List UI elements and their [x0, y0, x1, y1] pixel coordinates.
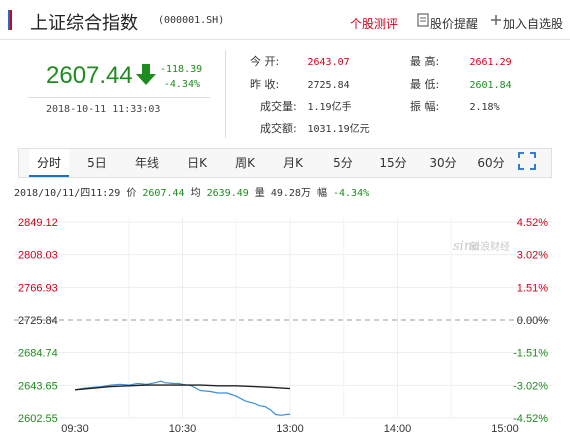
svg-text:sina: sina	[453, 239, 480, 254]
y-tick-label-right: 0.00%	[517, 315, 548, 327]
quote-datetime: 2018-10-11 11:33:03	[46, 104, 161, 115]
info-vol-label: 量	[254, 188, 265, 199]
stat-label: 最 低:	[410, 78, 440, 91]
tab-15min[interactable]: 15分	[373, 149, 413, 177]
price-alert-link[interactable]: 股价提醒	[430, 15, 478, 32]
stat-amplitude: 振 幅: 2.18%	[410, 98, 500, 114]
tab-yearly[interactable]: 年线	[127, 149, 167, 177]
x-tick-label: 13:00	[276, 423, 304, 435]
cursor-info-line: 2018/10/11/四11:29 价 2607.44 均 2639.49 量 …	[14, 184, 369, 199]
y-tick-label-left: 2849.12	[18, 217, 58, 229]
x-tick-label: 09:30	[61, 423, 89, 435]
tab-daily-k[interactable]: 日K	[179, 149, 215, 177]
stat-label: 今 开:	[250, 55, 280, 68]
stat-volume: 成交量: 1.19亿手	[260, 98, 352, 114]
change-value: -118.39	[160, 64, 203, 75]
sina-logo-icon: sina	[453, 239, 480, 254]
stat-label: 振 幅:	[410, 100, 440, 113]
stat-prev-close: 昨 收: 2725.84	[250, 76, 350, 92]
header-bar: 上证综合指数 (000001.SH) 个股测评 股价提醒 加入自选股	[0, 0, 570, 40]
stock-review-link[interactable]: 个股测评	[350, 15, 398, 32]
stat-low: 最 低: 2601.84	[410, 76, 512, 92]
stat-value: 1031.19亿元	[307, 124, 370, 135]
x-axis: 09:30 10:30 13:00 14:00 15:00	[61, 423, 519, 435]
info-avg-label: 均	[190, 188, 201, 199]
chart-period-tabs: 分时 5日 年线 日K 周K 月K 5分 15分 30分 60分	[18, 148, 552, 178]
stat-open: 今 开: 2643.07	[250, 53, 350, 69]
tab-intraday[interactable]: 分时	[29, 149, 69, 177]
y-tick-label-left: 2808.03	[18, 250, 58, 262]
quote-divider	[28, 97, 210, 98]
y-tick-label-left: 2725.84	[18, 315, 58, 327]
x-tick-label: 14:00	[384, 423, 412, 435]
tab-5day[interactable]: 5日	[79, 149, 115, 177]
info-avg: 2639.49	[206, 188, 249, 199]
y-tick-label-right: -3.02%	[513, 380, 548, 392]
document-icon	[417, 13, 429, 27]
info-datetime: 2018/10/11/四11:29	[14, 188, 121, 199]
y-tick-label-right: -1.51%	[513, 348, 548, 360]
tab-weekly-k[interactable]: 周K	[227, 149, 263, 177]
y-tick-label-right: 1.51%	[517, 282, 548, 294]
stat-value: 2.18%	[469, 102, 500, 113]
stat-value: 2661.29	[469, 57, 512, 68]
stat-value: 2643.07	[307, 57, 350, 68]
y-tick-label-left: 2766.93	[18, 282, 58, 294]
info-vol: 49.28万	[270, 188, 311, 199]
info-price-label: 价	[126, 188, 137, 199]
fullscreen-icon[interactable]	[518, 152, 536, 170]
y-tick-label-left: 2602.55	[18, 413, 58, 425]
index-code: (000001.SH)	[158, 15, 225, 26]
y-tick-label-right: 4.52%	[517, 217, 548, 229]
tab-60min[interactable]: 60分	[471, 149, 511, 177]
stat-high: 最 高: 2661.29	[410, 53, 512, 69]
tab-monthly-k[interactable]: 月K	[275, 149, 311, 177]
y-tick-label-left: 2684.74	[18, 348, 58, 360]
add-watchlist-link[interactable]: 加入自选股	[503, 15, 563, 32]
stat-value: 2601.84	[469, 80, 512, 91]
plus-icon	[491, 15, 501, 25]
x-tick-label: 15:00	[491, 423, 519, 435]
tab-30min[interactable]: 30分	[423, 149, 463, 177]
y-tick-label-left: 2643.65	[18, 380, 58, 392]
intraday-chart[interactable]: 2849.12 2808.03 2766.93 2725.84 2684.74 2643.…	[0, 200, 570, 436]
info-price: 2607.44	[142, 188, 185, 199]
stat-label: 最 高:	[410, 55, 440, 68]
stat-label: 成交量:	[260, 100, 297, 113]
y-tick-label-right: 3.02%	[517, 250, 548, 262]
tab-5min[interactable]: 5分	[325, 149, 361, 177]
info-pct-label: 幅	[316, 188, 327, 199]
stat-label: 成交额:	[260, 122, 297, 135]
stat-value: 1.19亿手	[307, 102, 352, 113]
down-arrow-icon	[136, 64, 156, 85]
stat-value: 2725.84	[307, 80, 350, 91]
y-axis-right: 4.52%3.02%1.51%0.00%-1.51%-3.02%-4.52%	[513, 217, 548, 425]
info-pct: -4.34%	[333, 188, 370, 199]
change-percent: -4.34%	[163, 79, 200, 90]
current-price: 2607.44	[46, 62, 133, 89]
y-axis-left: 2849.12 2808.03 2766.93 2725.84 2684.74 2643.…	[18, 217, 58, 425]
index-title: 上证综合指数	[30, 13, 138, 34]
quote-vertical-divider	[225, 50, 226, 138]
x-tick-label: 10:30	[169, 423, 197, 435]
brand-marker	[8, 10, 12, 30]
stat-turnover: 成交额: 1031.19亿元	[260, 120, 370, 136]
price-change: -118.39 -4.34%	[160, 62, 203, 92]
stat-label: 昨 收:	[250, 78, 280, 91]
